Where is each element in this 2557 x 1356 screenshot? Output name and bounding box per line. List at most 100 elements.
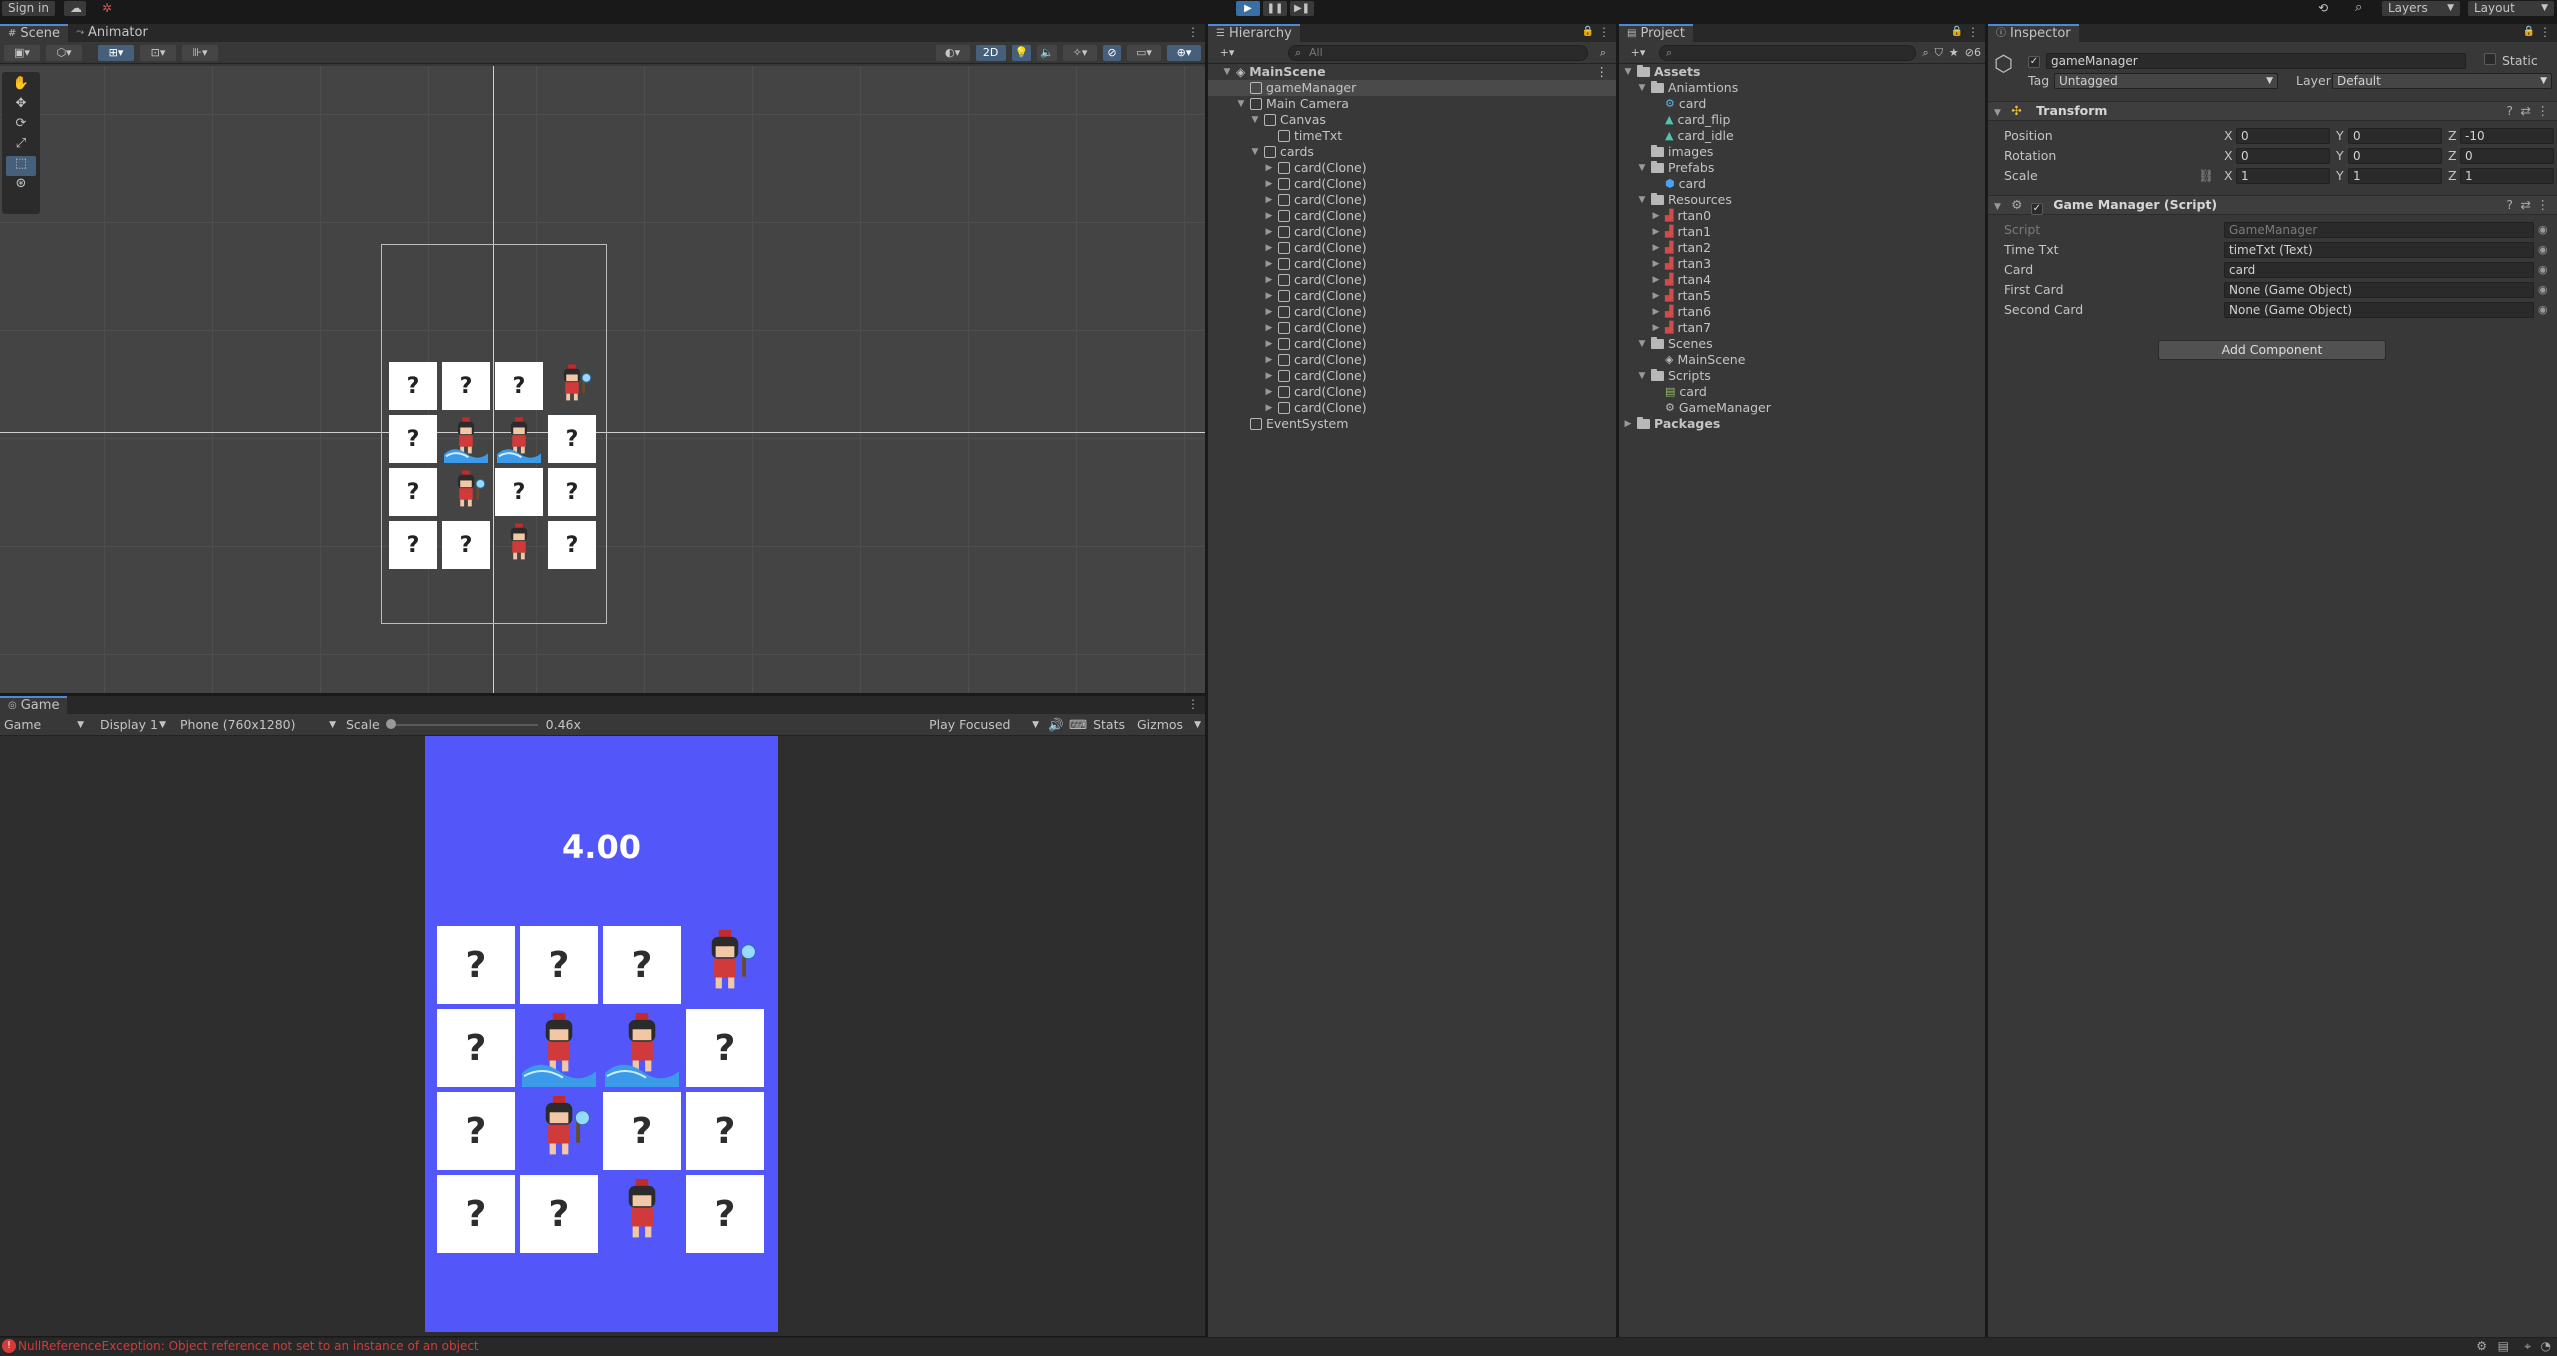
search-icon[interactable]: ⌕ [2355,0,2362,15]
foldout-arrow-icon[interactable]: ▼ [1637,368,1647,384]
project-item[interactable]: ⬢ card [1619,176,1706,192]
scale-y-field[interactable]: 1 [2348,168,2442,184]
position-z-field[interactable]: -10 [2460,128,2554,144]
tab-inspector[interactable]: ⓘ Inspector [1988,24,2079,42]
search-by-type-icon[interactable]: ⌕ [1922,46,1928,60]
object-picker-icon[interactable]: ◉ [2538,242,2548,258]
hierarchy-item[interactable]: ▶ card(Clone) [1208,176,1616,192]
foldout-arrow-icon[interactable]: ▶ [1651,272,1661,288]
audio-icon[interactable]: 🔈 [1037,44,1057,61]
help-icon[interactable]: ? [2506,196,2513,214]
layers-dropdown[interactable]: Layers ▼ [2382,1,2460,16]
foldout-arrow-icon[interactable]: ▶ [1651,224,1661,240]
tab-game[interactable]: ◎ Game [0,696,68,714]
transform-header[interactable]: ▼ ✣ Transform ? ⇄ ⋮ [1988,101,2557,121]
project-item[interactable]: ▶ ▟ rtan7 [1619,320,1712,336]
card-back[interactable]: ? [548,521,596,569]
shortcuts-icon[interactable]: ⌨ [1067,717,1089,732]
transform-tool-icon[interactable]: ⊛ [6,176,36,196]
card-face-sprite-axe-icon[interactable] [520,1092,598,1170]
card-back[interactable]: ? [437,1092,515,1170]
game-menu-icon[interactable]: ⋮ [1187,697,1199,711]
hierarchy-item[interactable]: ▶ card(Clone) [1208,368,1616,384]
foldout-arrow-icon[interactable]: ▶ [1264,256,1274,272]
auto-generate-icon[interactable]: ◔ [2541,1339,2551,1353]
foldout-arrow-icon[interactable]: ▼ [1623,64,1633,80]
object-picker-icon[interactable]: ◉ [2538,282,2548,298]
project-item[interactable]: ▼ Assets [1619,64,1701,80]
foldout-arrow-icon[interactable]: ▶ [1264,320,1274,336]
foldout-arrow-icon[interactable]: ▶ [1651,256,1661,272]
component-menu-icon[interactable]: ⋮ [2537,196,2550,214]
foldout-arrow-icon[interactable]: ▶ [1651,304,1661,320]
script-enabled-checkbox[interactable]: ✓ [2030,203,2043,215]
card-face-sprite-axe-icon[interactable] [442,468,490,516]
card-back[interactable]: ? [520,926,598,1004]
debug-icon[interactable]: ⌖ [2524,1339,2531,1354]
card-back[interactable]: ? [686,1009,764,1087]
project-item[interactable]: ▼ Resources [1619,192,1732,208]
preset-icon[interactable]: ⇄ [2521,196,2531,214]
help-icon[interactable]: ? [2506,102,2513,120]
foldout-arrow-icon[interactable]: ▼ [1637,336,1647,352]
foldout-arrow-icon[interactable]: ▶ [1651,240,1661,256]
lock-icon[interactable]: 🔒 [1582,26,1594,37]
tab-scene[interactable]: # Scene [0,24,69,42]
search-by-label-icon[interactable]: ⛉ [1935,46,1943,60]
render-mode-dropdown[interactable]: ⬡▾ [46,44,82,61]
hierarchy-item[interactable]: ▶ card(Clone) [1208,160,1616,176]
card-back[interactable]: ? [442,362,490,410]
object-reference-field[interactable]: timeTxt (Text) [2224,242,2534,258]
play-focused-dropdown[interactable]: Play Focused ▼ [929,717,1039,732]
hierarchy-item[interactable]: ▶ card(Clone) [1208,288,1616,304]
axis-label[interactable]: Y [2336,168,2344,184]
project-item[interactable]: ▼ Scenes [1619,336,1713,352]
scale-tool-icon[interactable]: ⤢ [6,136,36,156]
project-item[interactable]: images [1619,144,1713,160]
card-back[interactable]: ? [389,521,437,569]
project-item[interactable]: ◈ MainScene [1619,352,1745,368]
foldout-arrow-icon[interactable]: ▶ [1264,400,1274,416]
scale-z-field[interactable]: 1 [2460,168,2554,184]
scene-viewport[interactable]: ✋ ✥ ⟳ ⤢ ⬚ ⊛ ??? ? ? ? ? ? ? ? ? [0,66,1205,693]
foldout-arrow-icon[interactable]: ▶ [1264,352,1274,368]
object-reference-field[interactable]: card [2224,262,2534,278]
foldout-arrow-icon[interactable]: ▶ [1623,416,1633,432]
ruler-dropdown[interactable]: ⊪▾ [182,44,218,61]
constrain-proportions-icon[interactable]: ⛓ [2198,168,2214,184]
hierarchy-item[interactable]: gameManager [1208,80,1616,96]
play-button[interactable]: ▶ [1236,1,1260,16]
hierarchy-menu-icon[interactable]: ⋮ [1598,25,1610,39]
card-face-sprite-stand-icon[interactable] [603,1175,681,1253]
effects-dropdown[interactable]: ✧▾ [1063,44,1097,61]
card-back[interactable]: ? [389,362,437,410]
lock-icon[interactable]: 🔒 [2523,26,2535,37]
foldout-arrow-icon[interactable]: ▶ [1264,368,1274,384]
hierarchy-item[interactable]: ▶ card(Clone) [1208,336,1616,352]
hierarchy-search-input[interactable]: ⌕ All [1288,44,1588,61]
hierarchy-item[interactable]: timeTxt [1208,128,1616,144]
project-item[interactable]: ▼ Prefabs [1619,160,1715,176]
active-checkbox[interactable]: ✓ [2028,53,2040,68]
axis-label[interactable]: Z [2448,148,2457,164]
axis-label[interactable]: Z [2448,128,2457,144]
hierarchy-item[interactable]: ▶ card(Clone) [1208,352,1616,368]
project-item[interactable]: ⚙ GameManager [1619,400,1771,416]
hierarchy-item[interactable]: ▼ cards [1208,144,1616,160]
hierarchy-item[interactable]: ▶ card(Clone) [1208,240,1616,256]
project-item[interactable]: ▶ ▟ rtan2 [1619,240,1712,256]
display-dropdown[interactable]: Display 1 ▼ [88,717,166,732]
game-viewport[interactable]: 4.00 ??? ? ?? ? ? ? ? ? [0,736,1205,1336]
project-item[interactable]: ▶ ▟ rtan5 [1619,288,1712,304]
progress-icon[interactable]: ⚙ [2476,1339,2487,1353]
rotation-z-field[interactable]: 0 [2460,148,2554,164]
project-item[interactable]: ▶ Packages [1619,416,1721,432]
signin-button[interactable]: Sign in [2,1,55,16]
card-back[interactable]: ? [520,1175,598,1253]
axis-label[interactable]: Z [2448,168,2457,184]
project-item[interactable]: ▶ ▟ rtan6 [1619,304,1712,320]
tab-animator[interactable]: ⤳ Animator [68,24,156,42]
project-item[interactable]: ⚙ card [1619,96,1706,112]
card-back[interactable]: ? [686,1092,764,1170]
foldout-arrow-icon[interactable]: ▶ [1264,304,1274,320]
